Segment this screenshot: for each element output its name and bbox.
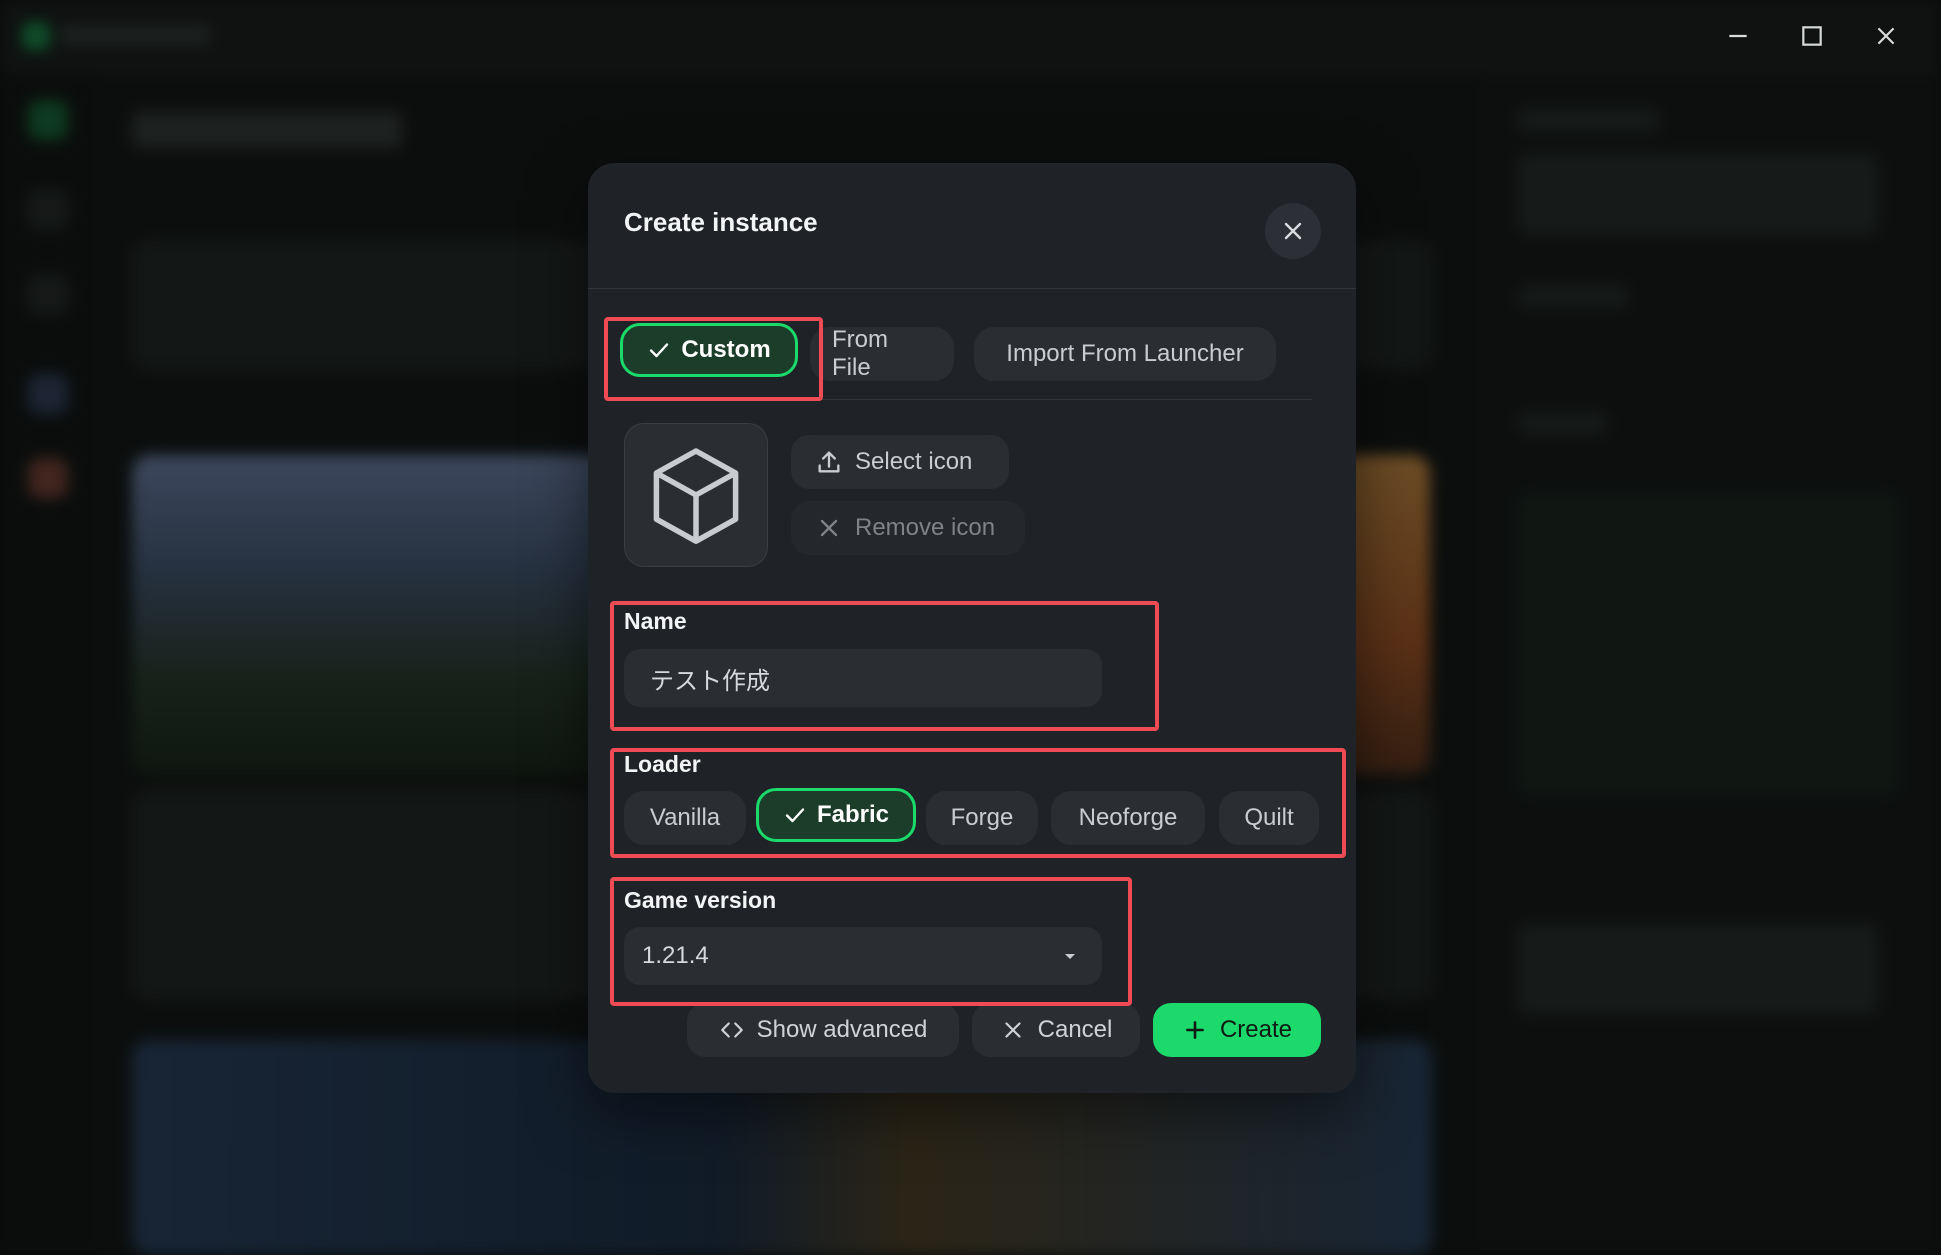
select-icon-button[interactable]: Select icon	[791, 435, 1009, 489]
loader-label: Loader	[624, 751, 701, 777]
modal-header: Create instance	[588, 163, 1356, 289]
tab-divider	[612, 399, 1312, 400]
create-button[interactable]: Create	[1153, 1003, 1321, 1057]
tab-from-file[interactable]: From File	[810, 326, 954, 381]
x-icon	[820, 519, 838, 537]
game-version-label: Game version	[624, 887, 777, 913]
loader-option-label: Neoforge	[1078, 804, 1178, 831]
show-advanced-button[interactable]: Show advanced	[687, 1003, 959, 1057]
loader-option-label: Fabric	[816, 801, 890, 828]
create-label: Create	[1219, 1016, 1293, 1043]
remove-icon-label: Remove icon	[855, 514, 996, 541]
tab-import-from-launcher[interactable]: Import From Launcher	[974, 327, 1276, 381]
show-advanced-label: Show advanced	[756, 1016, 928, 1043]
loader-option-label: Vanilla	[649, 804, 721, 831]
window-controls	[1701, 14, 1923, 58]
tab-label: Custom	[681, 336, 771, 363]
upload-icon	[818, 451, 840, 473]
modal-close-button[interactable]	[1265, 203, 1321, 259]
loader-option-vanilla[interactable]: Vanilla	[624, 791, 746, 845]
tab-custom[interactable]: Custom	[620, 323, 798, 377]
maximize-button[interactable]	[1775, 14, 1849, 58]
name-input[interactable]: テスト作成	[624, 649, 1102, 707]
loader-option-neoforge[interactable]: Neoforge	[1051, 791, 1205, 845]
plus-icon	[1186, 1021, 1204, 1039]
cube-icon	[653, 448, 739, 544]
loader-option-forge[interactable]: Forge	[926, 791, 1038, 845]
cancel-button[interactable]: Cancel	[972, 1003, 1140, 1057]
loader-option-fabric[interactable]: Fabric	[756, 788, 916, 842]
create-instance-modal: Create instance Custom From File Import …	[588, 163, 1356, 1093]
check-icon	[785, 808, 805, 823]
game-version-value: 1.21.4	[642, 942, 709, 969]
x-icon	[1005, 1022, 1021, 1038]
game-version-select[interactable]: 1.21.4	[624, 927, 1102, 985]
select-icon-label: Select icon	[855, 448, 973, 475]
minimize-button[interactable]	[1701, 14, 1775, 58]
loader-option-label: Quilt	[1244, 804, 1294, 831]
window-close-button[interactable]	[1849, 14, 1923, 58]
x-icon	[1284, 222, 1302, 240]
maximize-icon	[1802, 26, 1822, 46]
loader-option-label: Forge	[950, 804, 1014, 831]
check-icon	[650, 343, 669, 358]
tab-label: Import From Launcher	[1006, 340, 1244, 367]
name-label: Name	[624, 608, 687, 634]
cancel-label: Cancel	[1037, 1016, 1113, 1043]
modal-title: Create instance	[624, 207, 818, 237]
close-icon	[1877, 27, 1895, 45]
remove-icon-button[interactable]: Remove icon	[791, 501, 1025, 555]
code-icon	[720, 1022, 743, 1038]
chevron-down-icon	[1065, 954, 1075, 959]
loader-option-quilt[interactable]: Quilt	[1219, 791, 1319, 845]
tab-label: From File	[832, 326, 888, 381]
instance-icon-preview	[624, 423, 768, 567]
name-input-value: テスト作成	[650, 667, 770, 695]
minimize-icon	[1729, 34, 1747, 38]
